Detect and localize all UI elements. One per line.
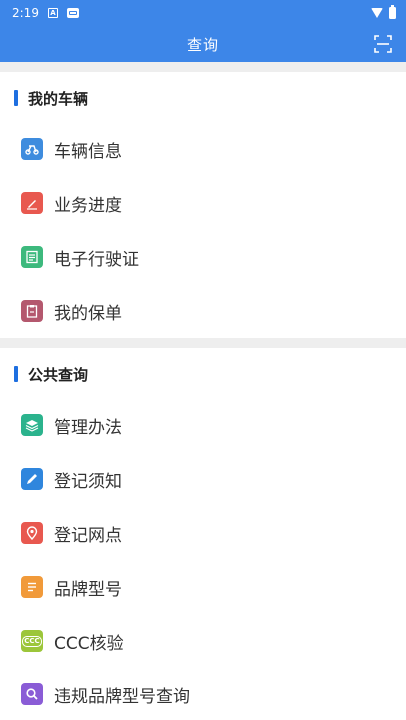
menu-item-business-progress[interactable]: 业务进度: [0, 176, 406, 230]
page-title: 查询: [186, 35, 219, 54]
menu-item-registration-notice[interactable]: 登记须知: [0, 452, 406, 506]
menu-item-label: 违规品牌型号查询: [54, 686, 190, 707]
search-icon: [21, 683, 43, 705]
battery-icon: [389, 5, 396, 19]
section-accent-bar: [14, 90, 18, 106]
pencil-icon: [21, 468, 43, 490]
ccc-icon: CCC: [21, 630, 43, 652]
document-icon: [21, 576, 43, 598]
edit-pen-icon: [21, 192, 43, 214]
section-header-public-query: 公共查询: [0, 348, 406, 400]
notification-a-icon: A: [47, 8, 58, 18]
section-gap: [0, 62, 406, 72]
menu-item-vehicle-info[interactable]: 车辆信息: [0, 122, 406, 176]
status-time: 2:19: [12, 6, 39, 20]
section-title: 公共查询: [28, 365, 89, 384]
wifi-icon: [371, 8, 383, 18]
menu-item-regulations[interactable]: 管理办法: [0, 398, 406, 452]
menu-item-label: 我的保单: [54, 303, 122, 324]
menu-item-e-license[interactable]: 电子行驶证: [0, 230, 406, 284]
vehicle-icon: [21, 138, 43, 160]
menu-item-label: 登记须知: [54, 471, 122, 492]
menu-item-brand-model[interactable]: 品牌型号: [0, 560, 406, 614]
menu-item-my-policy[interactable]: 我的保单: [0, 284, 406, 338]
app-bar: 查询: [0, 26, 406, 62]
status-bar: 2:19 A: [0, 0, 406, 26]
menu-item-registration-outlets[interactable]: 登记网点: [0, 506, 406, 560]
menu-item-label: 管理办法: [54, 417, 122, 438]
clipboard-icon: [21, 300, 43, 322]
menu-item-label: 电子行驶证: [54, 249, 139, 270]
section-header-my-vehicles: 我的车辆: [0, 72, 406, 124]
location-pin-icon: [21, 522, 43, 544]
menu-item-label: CCC核验: [54, 633, 124, 654]
section-gap: [0, 338, 406, 348]
menu-item-label: 业务进度: [54, 195, 122, 216]
notification-app-icon: [66, 8, 79, 18]
menu-item-label: 品牌型号: [54, 579, 122, 600]
license-card-icon: [21, 246, 43, 268]
layers-icon: [21, 414, 43, 436]
menu-item-label: 登记网点: [54, 525, 122, 546]
menu-item-violation-brand-query[interactable]: 违规品牌型号查询: [0, 668, 406, 720]
scan-icon[interactable]: [374, 35, 392, 53]
section-title: 我的车辆: [28, 89, 89, 108]
ccc-icon-text: CCC: [22, 635, 42, 647]
section-accent-bar: [14, 366, 18, 382]
menu-item-ccc-verify[interactable]: CCC CCC核验: [0, 614, 406, 668]
menu-item-label: 车辆信息: [54, 141, 122, 162]
